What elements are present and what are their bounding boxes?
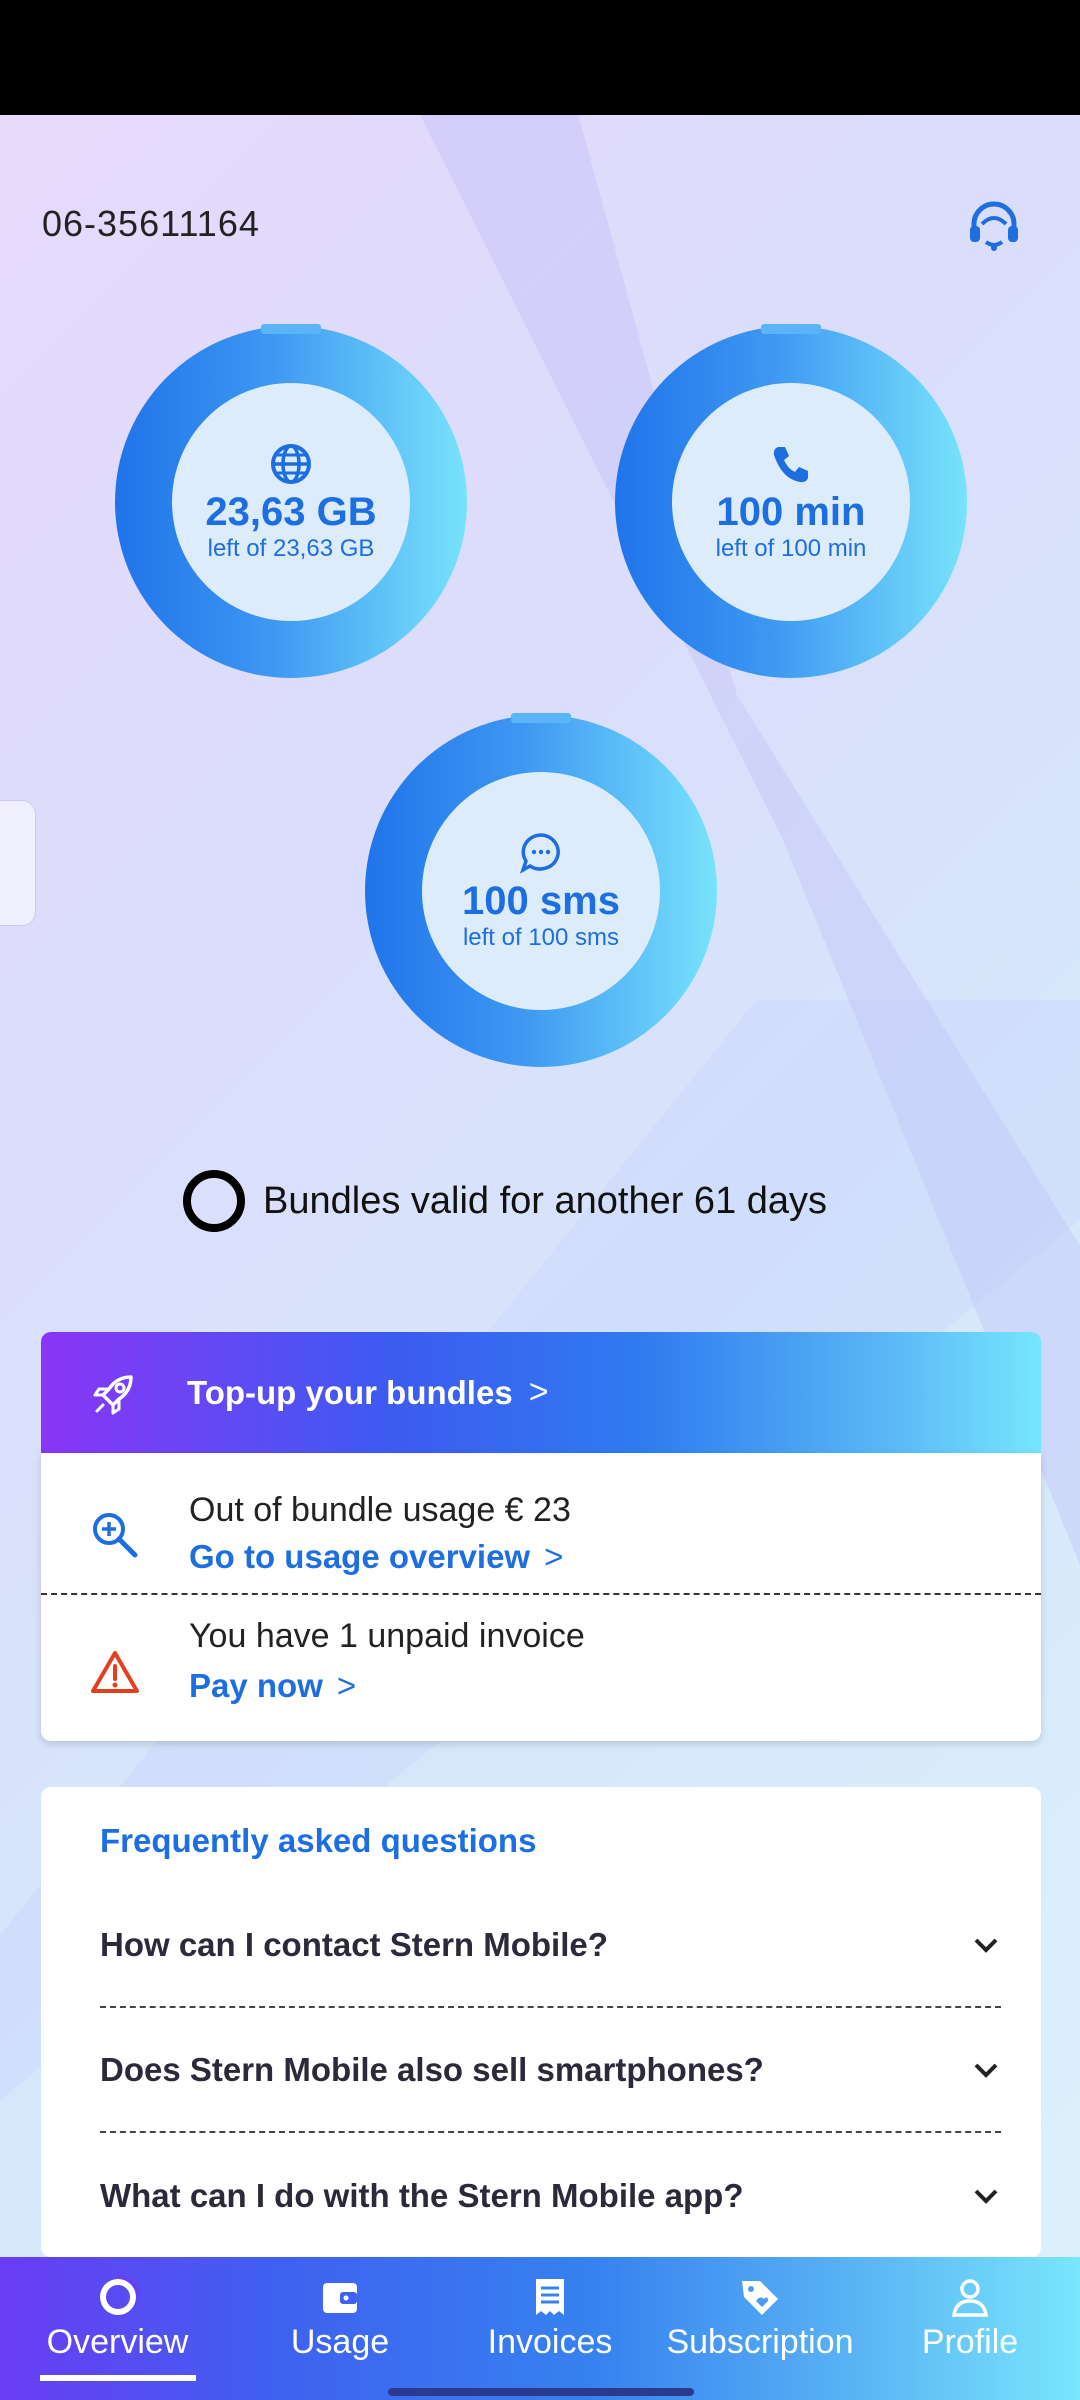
chevron-right-icon: > <box>528 1373 549 1411</box>
ring-center: 23,63 GB left of 23,63 GB <box>172 383 410 621</box>
chevron-down-icon <box>974 1938 998 1953</box>
headset-icon[interactable] <box>966 198 1022 254</box>
status-bar <box>0 0 1080 115</box>
usage-overview-link[interactable]: Go to usage overview > <box>189 1538 563 1576</box>
unpaid-invoice-text: You have 1 unpaid invoice <box>189 1617 585 1655</box>
out-of-bundle-text: Out of bundle usage € 23 <box>189 1491 571 1529</box>
rocket-icon <box>93 1374 133 1414</box>
bottom-navigation: Overview Usage Invoices Subscription Pro… <box>0 2257 1080 2400</box>
data-remaining-value: 23,63 GB <box>205 490 377 534</box>
warning-icon <box>91 1651 139 1693</box>
nav-invoices[interactable]: Invoices <box>445 2257 655 2400</box>
sms-bundle-ring[interactable]: 100 sms left of 100 sms <box>365 713 717 1067</box>
minutes-bundle-ring[interactable]: 100 min left of 100 min <box>615 324 967 678</box>
faq-title: Frequently asked questions <box>100 1822 537 1859</box>
data-remaining-subtitle: left of 23,63 GB <box>207 535 375 562</box>
sms-remaining-value: 100 sms <box>462 879 620 923</box>
sms-remaining-subtitle: left of 100 sms <box>462 924 620 951</box>
nav-label: Usage <box>290 2323 390 2361</box>
ring-indicator <box>261 324 321 334</box>
tag-icon <box>742 2281 778 2315</box>
active-indicator <box>40 2375 196 2381</box>
nav-label: Subscription <box>666 2323 854 2361</box>
overview-icon <box>99 2275 140 2315</box>
minutes-remaining-subtitle: left of 100 min <box>715 535 867 562</box>
faq-question: Does Stern Mobile also sell smartphones? <box>100 2050 764 2088</box>
validity-text: Bundles valid for another 61 days <box>263 1179 828 1222</box>
unpaid-invoice-row: You have 1 unpaid invoice Pay now > <box>41 1597 1041 1739</box>
nav-usage[interactable]: Usage <box>235 2257 445 2400</box>
data-bundle-ring[interactable]: 23,63 GB left of 23,63 GB <box>115 324 467 678</box>
topup-label: Top-up your bundles <box>187 1373 513 1411</box>
ring-center: 100 min left of 100 min <box>672 383 910 621</box>
user-icon <box>951 2279 989 2317</box>
home-indicator[interactable] <box>388 2388 694 2396</box>
faq-question: How can I contact Stern Mobile? <box>100 1925 608 1963</box>
faq-card: Frequently asked questions How can I con… <box>41 1787 1041 2257</box>
pay-now-label: Pay now <box>189 1667 323 1704</box>
topup-bundles-button[interactable]: Top-up your bundles > <box>41 1332 1041 1453</box>
chevron-right-icon: > <box>544 1538 564 1575</box>
side-drawer-handle[interactable] <box>0 800 36 926</box>
faq-item[interactable]: Does Stern Mobile also sell smartphones? <box>100 2008 1001 2133</box>
minutes-remaining-value: 100 min <box>716 490 866 534</box>
zoom-in-icon <box>93 1513 138 1558</box>
validity-circle-icon <box>183 1170 245 1232</box>
nav-label: Overview <box>46 2323 189 2361</box>
wallet-icon <box>323 2283 357 2313</box>
chevron-right-icon: > <box>336 1667 357 1704</box>
invoice-icon <box>536 2279 564 2315</box>
bundle-validity: Bundles valid for another 61 days <box>183 1170 827 1232</box>
chevron-down-icon <box>974 2063 998 2078</box>
nav-subscription[interactable]: Subscription <box>655 2257 865 2400</box>
nav-label: Invoices <box>487 2323 613 2361</box>
chat-icon <box>519 833 560 874</box>
phone-number: 06-35611164 <box>42 203 260 244</box>
ring-indicator <box>511 713 571 723</box>
out-of-bundle-row: Out of bundle usage € 23 Go to usage ove… <box>41 1453 1041 1595</box>
faq-item[interactable]: How can I contact Stern Mobile? <box>100 1883 1001 2008</box>
nav-overview[interactable]: Overview <box>0 2257 235 2400</box>
globe-icon <box>271 444 311 484</box>
faq-question: What can I do with the Stern Mobile app? <box>100 2176 744 2214</box>
pay-now-link[interactable]: Pay now > <box>189 1667 356 1705</box>
ring-indicator <box>761 324 821 334</box>
phone-icon <box>773 447 808 483</box>
usage-overview-label: Go to usage overview <box>189 1538 531 1575</box>
ring-center: 100 sms left of 100 sms <box>422 772 660 1010</box>
nav-profile[interactable]: Profile <box>865 2257 1075 2400</box>
nav-label: Profile <box>921 2323 1019 2361</box>
faq-item[interactable]: What can I do with the Stern Mobile app? <box>100 2133 1001 2258</box>
chevron-down-icon <box>974 2189 998 2204</box>
usage-card: Out of bundle usage € 23 Go to usage ove… <box>41 1453 1041 1741</box>
